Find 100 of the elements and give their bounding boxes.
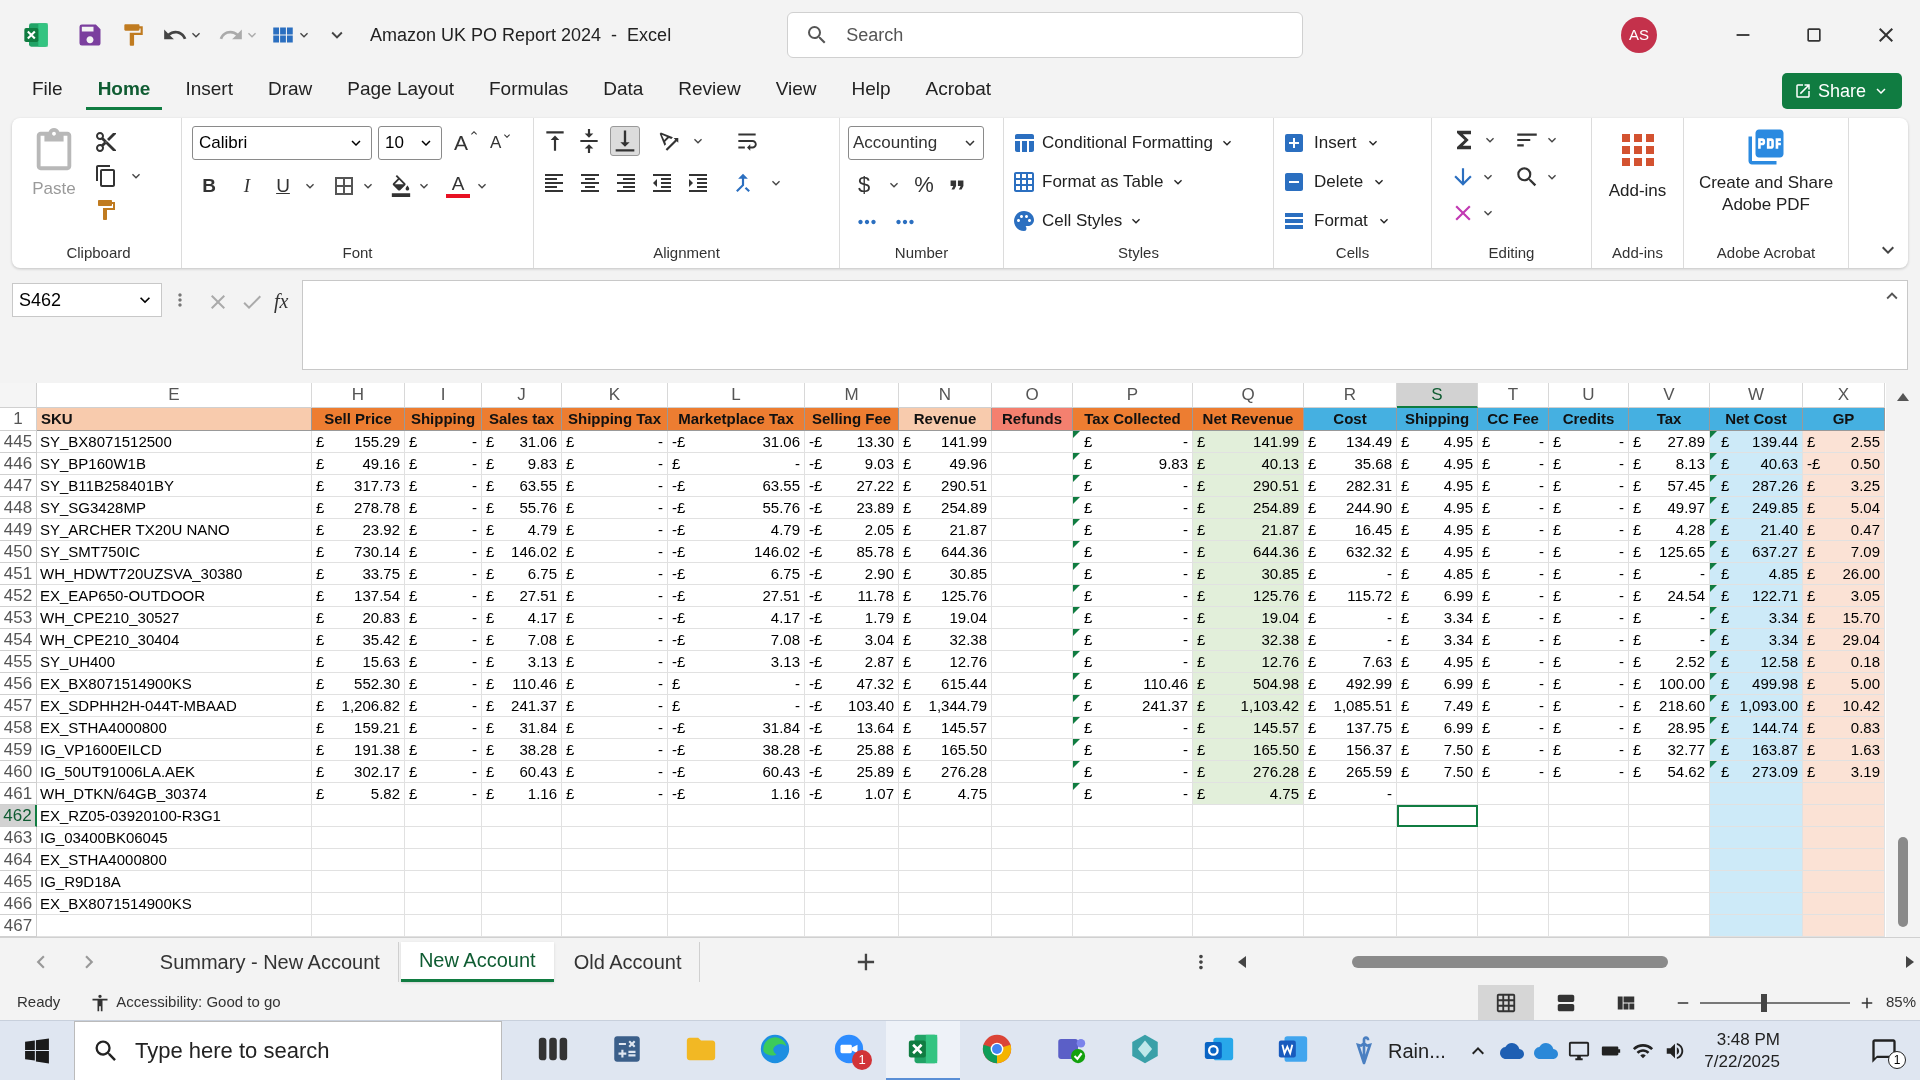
font-size-select[interactable]: 10 [378, 126, 442, 160]
outdent-icon[interactable] [650, 171, 674, 195]
clock[interactable]: 3:48 PM 7/22/2025 [1704, 1028, 1780, 1073]
excel-icon[interactable] [906, 1032, 940, 1066]
scroll-thumb[interactable] [1898, 837, 1908, 927]
add-ins-button[interactable]: Add-ins [1600, 126, 1675, 204]
table-cell: £ 21.87 [1193, 519, 1304, 541]
vertical-scrollbar[interactable] [1886, 383, 1920, 937]
excel-logo-icon[interactable] [22, 21, 50, 49]
row-number[interactable]: 457 [0, 695, 37, 717]
menu-tab[interactable]: Page Layout [335, 72, 466, 110]
zoom-level[interactable]: 85% [1885, 991, 1916, 1014]
create-pdf-button[interactable]: Create and Share Adobe PDF [1692, 126, 1840, 216]
row-number[interactable]: 447 [0, 475, 37, 497]
indent-icon[interactable] [686, 171, 710, 195]
row-number[interactable]: 454 [0, 629, 37, 651]
font-family-select[interactable]: Calibri [192, 126, 372, 160]
table-cell: SY_BX8071512500 [37, 431, 312, 453]
table-cell: £ - [1478, 431, 1549, 453]
menu-tab[interactable]: Insert [173, 72, 245, 110]
view-button[interactable] [1477, 985, 1534, 1020]
zoom-slider[interactable] [1699, 993, 1850, 1012]
row-number[interactable]: 465 [0, 871, 37, 893]
bold-button[interactable]: B [192, 172, 226, 201]
align-left-icon[interactable] [542, 171, 566, 195]
scroll-up-icon[interactable] [1897, 393, 1909, 401]
table-cell: £ - [1549, 585, 1629, 607]
fill-color-icon[interactable] [390, 175, 412, 198]
row-number[interactable]: 446 [0, 453, 37, 475]
menu-tab[interactable]: Formulas [477, 72, 581, 110]
row-number[interactable]: 463 [0, 827, 37, 849]
browser-icon[interactable] [758, 1032, 792, 1066]
user-avatar[interactable]: AS [1621, 17, 1657, 53]
column-letter[interactable]: S [1397, 383, 1478, 408]
row-number[interactable]: 464 [0, 849, 37, 871]
sheet-tab[interactable]: New Account [400, 941, 554, 982]
share-button[interactable]: Share [1781, 73, 1902, 109]
start-icon[interactable] [24, 1037, 50, 1064]
sheet-tab[interactable]: Summary - New Account [141, 941, 399, 982]
menu-tab[interactable]: Help [839, 72, 903, 110]
style-button[interactable]: Format as Table [1012, 165, 1236, 198]
row-number[interactable]: 458 [0, 717, 37, 739]
underline-button[interactable]: U [268, 172, 298, 201]
menu-tab[interactable]: Review [666, 72, 753, 110]
row-number[interactable]: 460 [0, 761, 37, 783]
row-number[interactable]: 448 [0, 497, 37, 519]
browser-icon[interactable] [980, 1032, 1014, 1066]
menu-tab[interactable]: Draw [255, 72, 325, 110]
menu-tab[interactable]: View [763, 72, 829, 110]
row-number[interactable]: 449 [0, 519, 37, 541]
table-cell: £ - [1478, 739, 1549, 761]
align-center-icon[interactable] [578, 171, 602, 195]
taskbar-app[interactable] [886, 1020, 960, 1080]
scissors-icon[interactable] [94, 130, 118, 154]
notifications-icon[interactable] [1870, 1036, 1898, 1065]
menu-tab[interactable]: File [20, 72, 75, 110]
selected-cell[interactable] [1397, 805, 1478, 827]
insert-function-button[interactable]: fx [274, 290, 289, 312]
table-cell: £ - [1549, 497, 1629, 519]
row-number[interactable]: 459 [0, 739, 37, 761]
scroll-thumb[interactable] [1352, 955, 1669, 968]
copy-icon[interactable] [94, 164, 118, 188]
font-color-button[interactable]: A [446, 174, 470, 199]
currency-button[interactable]: $ [848, 168, 881, 201]
formula-input[interactable] [302, 280, 1908, 370]
row-number[interactable]: 452 [0, 585, 37, 607]
style-button[interactable]: Conditional Formatting [1012, 126, 1236, 159]
table-cell: £ 0.83 [1803, 717, 1885, 739]
row-number[interactable]: 466 [0, 893, 37, 915]
shrink-font-button[interactable]: A [486, 130, 514, 156]
row-number[interactable]: 451 [0, 563, 37, 585]
cells-button[interactable]: Format [1282, 204, 1392, 237]
name-box[interactable]: S462 [12, 283, 162, 317]
row-number[interactable]: 445 [0, 431, 37, 453]
menu-tab[interactable]: Data [591, 72, 656, 110]
grow-font-button[interactable]: A [448, 127, 480, 159]
align-bottom-icon[interactable] [610, 126, 640, 156]
accessibility-button[interactable]: Accessibility: Good to go [90, 991, 281, 1014]
zoom-thumb[interactable] [1761, 993, 1768, 1012]
weather-widget[interactable]: Rain... [1348, 1034, 1446, 1067]
search-field[interactable]: Search [787, 12, 1304, 58]
percent-button[interactable]: % [908, 168, 940, 201]
column-heading: Cost [1304, 408, 1397, 431]
row-number[interactable]: 455 [0, 651, 37, 673]
row-number[interactable]: 453 [0, 607, 37, 629]
row-number[interactable]: 450 [0, 541, 37, 563]
monitor-icon[interactable] [1568, 1039, 1591, 1062]
style-button[interactable]: Cell Styles [1012, 204, 1236, 237]
align-right-icon[interactable] [614, 171, 638, 195]
row-number[interactable]: 462 [0, 805, 37, 827]
row-number[interactable]: 456 [0, 673, 37, 695]
menu-tab[interactable]: Acrobat [913, 72, 1004, 110]
cells-button[interactable]: Insert [1282, 126, 1392, 159]
italic-button[interactable]: I [230, 172, 264, 201]
cells-button[interactable]: Delete [1282, 165, 1392, 198]
number-format-select[interactable]: Accounting [848, 126, 984, 160]
taskbar-app[interactable]: 1 [812, 1020, 886, 1080]
taskbar-search-field[interactable]: Type here to search [74, 1020, 502, 1080]
sheet-tab[interactable]: Old Account [555, 941, 701, 982]
restore-icon[interactable] [1804, 25, 1824, 45]
